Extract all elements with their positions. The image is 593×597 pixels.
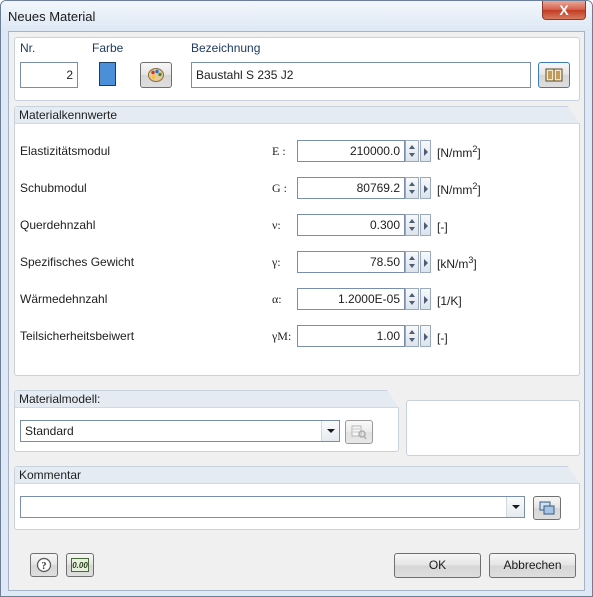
help-button[interactable]: ?	[30, 553, 58, 577]
comment-input[interactable]	[20, 496, 525, 518]
property-symbol: ν:	[272, 218, 281, 232]
property-value-input[interactable]: 78.50	[297, 251, 405, 273]
property-unit: [N/mm2]	[437, 144, 481, 160]
cancel-button[interactable]: Abbrechen	[489, 553, 576, 578]
property-symbol: γM:	[272, 329, 292, 343]
material-model-details-button[interactable]	[345, 420, 373, 444]
value-arrow-button[interactable]	[420, 140, 431, 162]
property-symbol: G :	[272, 181, 287, 195]
material-properties-title: Materialkennwerte	[19, 108, 118, 122]
property-unit: [N/mm2]	[437, 181, 481, 197]
property-unit: [-]	[437, 331, 448, 345]
comment-title: Kommentar	[19, 468, 82, 482]
dialog-body: Nr. Farbe Bezeichnung 2 Baustahl S 235 J…	[8, 31, 585, 591]
calculator-icon: 0.00	[71, 558, 89, 572]
value-spinner[interactable]	[405, 288, 419, 310]
property-value-input[interactable]: 80769.2	[297, 177, 405, 199]
property-label: Elastizitätsmodul	[20, 144, 111, 158]
property-unit: [kN/m3]	[437, 255, 477, 271]
nr-label: Nr.	[20, 41, 36, 55]
property-value-input[interactable]: 210000.0	[297, 140, 405, 162]
dialog-title: Neues Material	[8, 9, 96, 24]
value-arrow-button[interactable]	[420, 251, 431, 273]
value-spinner[interactable]	[405, 251, 419, 273]
value-arrow-button[interactable]	[420, 288, 431, 310]
comment-group: Kommentar	[14, 466, 580, 530]
material-model-group: Materialmodell: Standard	[14, 390, 399, 452]
property-symbol: γ:	[272, 255, 281, 269]
book-icon	[545, 68, 563, 82]
property-unit: [-]	[437, 220, 448, 234]
value-spinner[interactable]	[405, 177, 419, 199]
property-value-input[interactable]: 1.00	[297, 325, 405, 347]
help-icon: ?	[36, 557, 52, 573]
close-button[interactable]: X	[542, 1, 586, 20]
value-arrow-button[interactable]	[420, 177, 431, 199]
value-arrow-button[interactable]	[420, 325, 431, 347]
property-label: Querdehnzahl	[20, 218, 96, 232]
svg-text:?: ?	[42, 561, 47, 572]
title-bar: Neues Material X	[1, 1, 592, 31]
bezeichnung-input[interactable]: Baustahl S 235 J2	[191, 62, 531, 88]
property-value-input[interactable]: 0.300	[297, 214, 405, 236]
property-label: Teilsicherheitsbeiwert	[20, 329, 135, 343]
property-value-input[interactable]: 1.2000E-05	[297, 288, 405, 310]
ok-button[interactable]: OK	[394, 553, 481, 578]
copy-windows-icon	[539, 501, 555, 515]
material-model-title: Materialmodell:	[19, 392, 101, 406]
material-properties-header: Materialkennwerte	[15, 106, 580, 124]
header-group: Nr. Farbe Bezeichnung 2 Baustahl S 235 J…	[14, 37, 580, 101]
material-model-selected: Standard	[25, 424, 74, 438]
material-properties-group: Materialkennwerte Elastizitätsmodul E : …	[14, 106, 580, 376]
farbe-label: Farbe	[92, 41, 124, 55]
property-symbol: E :	[272, 144, 286, 158]
bezeichnung-label: Bezeichnung	[191, 41, 261, 55]
property-symbol: α:	[272, 292, 282, 306]
color-swatch[interactable]	[99, 62, 116, 86]
comment-header: Kommentar	[15, 466, 580, 484]
magnify-table-icon	[351, 425, 367, 440]
material-model-preview	[406, 400, 580, 456]
property-label: Spezifisches Gewicht	[20, 255, 135, 269]
chevron-down-icon	[506, 497, 524, 517]
chevron-down-icon	[321, 421, 339, 441]
value-spinner[interactable]	[405, 325, 419, 347]
material-model-select[interactable]: Standard	[20, 420, 340, 442]
material-library-button[interactable]	[538, 62, 570, 88]
material-model-header: Materialmodell:	[15, 390, 399, 408]
dialog-window: Neues Material X Nr. Farbe Bezeichnung 2…	[0, 0, 593, 597]
property-unit: [1/K]	[437, 294, 462, 308]
value-spinner[interactable]	[405, 214, 419, 236]
calculator-button[interactable]: 0.00	[66, 553, 94, 577]
nr-input[interactable]: 2	[20, 62, 78, 88]
palette-icon	[148, 68, 164, 82]
value-arrow-button[interactable]	[420, 214, 431, 236]
property-label: Wärmedehnzahl	[20, 292, 108, 306]
property-label: Schubmodul	[20, 181, 87, 195]
color-picker-button[interactable]	[140, 62, 172, 88]
comment-library-button[interactable]	[533, 496, 561, 520]
value-spinner[interactable]	[405, 140, 419, 162]
